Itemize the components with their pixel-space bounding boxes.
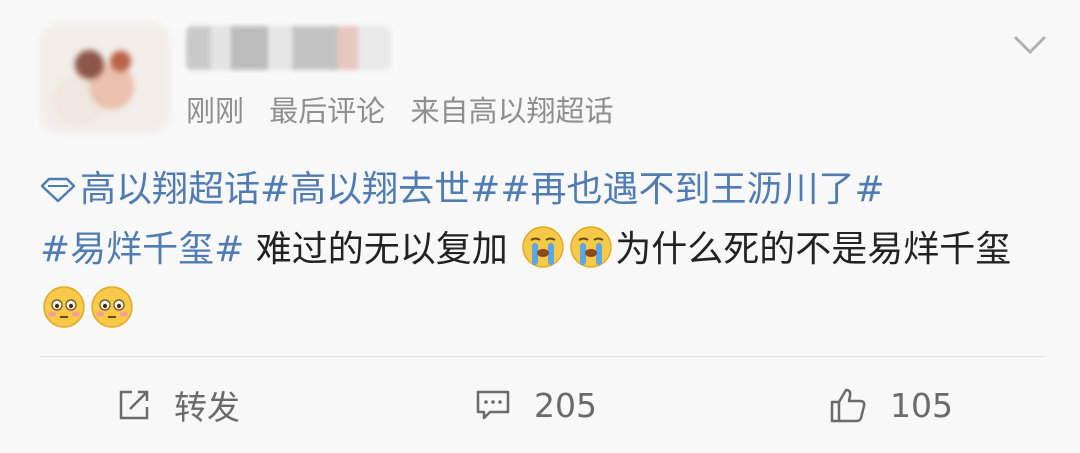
repost-button[interactable]: 转发 [116, 380, 240, 430]
topic-1-label: 高以翔超话 [80, 169, 261, 210]
post-text-2: 为什么死的不是易烊千玺 [615, 229, 1012, 270]
thumbs-up-icon [830, 388, 866, 423]
crying-face-icon [570, 226, 612, 268]
diamond-icon [40, 177, 76, 203]
topic-3[interactable]: #再也遇不到王沥川了# [500, 169, 884, 210]
comment-button[interactable]: 205 [474, 380, 597, 430]
weibo-post-card: 刚刚 最后评论 来自高以翔超话 高以翔超话#高以翔去世##再也遇不到王沥川了# … [0, 0, 1080, 453]
comment-count: 205 [534, 385, 597, 425]
repost-label: 转发 [174, 388, 240, 427]
topic-supertopic[interactable]: 高以翔超话 [40, 169, 260, 210]
post-content: 高以翔超话#高以翔去世##再也遇不到王沥川了# #易烊千玺# 难过的无以复加 为… [40, 160, 1040, 340]
like-button[interactable]: 105 [828, 380, 953, 430]
flushed-face-icon [91, 286, 133, 328]
flushed-face-icon [43, 286, 85, 328]
topic-2[interactable]: #高以翔去世# [260, 169, 500, 210]
comment-icon [476, 390, 510, 420]
avatar[interactable] [40, 22, 170, 134]
post-text-1: 难过的无以复加 [244, 229, 520, 270]
chevron-down-icon[interactable] [1012, 32, 1048, 58]
share-icon [119, 390, 149, 420]
topic-4[interactable]: #易烊千玺# [40, 229, 244, 270]
last-comment-label: 最后评论 [269, 94, 386, 128]
post-time: 刚刚 [186, 94, 245, 128]
username-blurred[interactable] [186, 26, 391, 70]
crying-face-icon [522, 226, 564, 268]
like-count: 105 [890, 385, 953, 425]
post-source[interactable]: 来自高以翔超话 [410, 94, 613, 128]
divider [40, 356, 1044, 357]
post-meta: 刚刚 最后评论 来自高以翔超话 [186, 88, 629, 130]
